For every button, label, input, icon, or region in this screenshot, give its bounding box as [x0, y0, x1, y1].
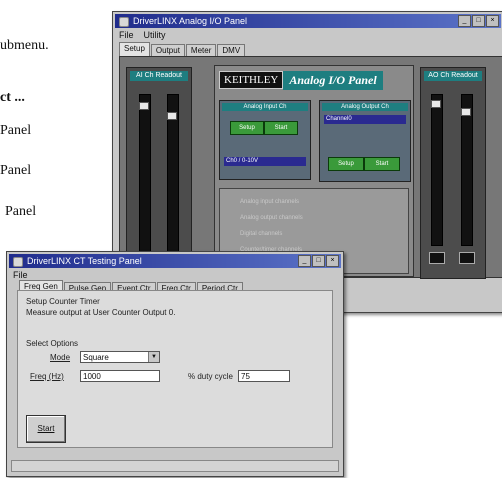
ao-slider-2[interactable]	[461, 108, 471, 116]
analog-tabs: Setup Output Meter DMV	[119, 42, 246, 56]
analog-input-box: Analog Input Ch Setup Start Ch0 / 0-10V	[219, 100, 311, 180]
analog-output-header: Analog Output Ch	[322, 103, 408, 111]
ct-tab-content: Setup Counter Timer Measure output at Us…	[17, 290, 333, 448]
ao-indicator-2	[459, 252, 475, 264]
doc-line-select: ct ...	[0, 90, 25, 105]
freq-input[interactable]: 1000	[80, 370, 160, 382]
setup-heading: Setup Counter Timer	[26, 297, 100, 306]
doc-line-panel-3: Panel	[5, 204, 37, 219]
input-setup-button[interactable]: Setup	[230, 121, 264, 135]
duty-label: % duty cycle	[188, 372, 233, 381]
mode-select[interactable]: Square ▼	[80, 351, 160, 363]
app-icon	[119, 17, 129, 27]
setup-description: Measure output at User Counter Output 0.	[26, 308, 176, 317]
keithley-logo: KEITHLEY	[219, 71, 284, 89]
ai-slider-2[interactable]	[167, 112, 177, 120]
input-start-button[interactable]: Start	[264, 121, 298, 135]
tab-setup[interactable]: Setup	[119, 42, 150, 56]
tab-dmv[interactable]: DMV	[217, 44, 246, 56]
app-icon	[13, 257, 23, 267]
output-setup-button[interactable]: Setup	[328, 157, 364, 171]
ao-indicator-1	[429, 252, 445, 264]
start-button[interactable]: Start	[26, 415, 66, 443]
maximize-icon[interactable]: □	[472, 15, 485, 27]
minimize-icon[interactable]: _	[458, 15, 471, 27]
ct-titlebar[interactable]: DriverLINX CT Testing Panel _ □ ×	[9, 254, 341, 268]
mode-value: Square	[83, 353, 109, 362]
menu-file[interactable]: File	[119, 29, 134, 41]
tab-meter[interactable]: Meter	[185, 44, 217, 56]
panel-name: Analog I/O Panel	[283, 70, 383, 90]
input-channel-select[interactable]: Ch0 / 0-10V	[224, 157, 306, 166]
analog-center-panel: KEITHLEY Analog I/O Panel Analog Input C…	[214, 65, 414, 277]
ct-statusbar	[11, 460, 339, 472]
ct-testing-window: DriverLINX CT Testing Panel _ □ × File F…	[6, 251, 344, 477]
ao-slider-1[interactable]	[431, 100, 441, 108]
close-icon[interactable]: ×	[326, 255, 339, 267]
ao-readout-panel: AO Ch Readout	[420, 67, 486, 279]
analog-window-title: DriverLINX Analog I/O Panel	[133, 16, 248, 26]
ai-slider-1[interactable]	[139, 102, 149, 110]
minimize-icon[interactable]: _	[298, 255, 311, 267]
analog-panel-area: AI Ch Readout KEITHLEY Analog I/O Panel …	[119, 56, 502, 279]
ao-bar-2	[461, 94, 473, 246]
brand-block: KEITHLEY Analog I/O Panel	[219, 70, 383, 90]
ct-window-title: DriverLINX CT Testing Panel	[27, 256, 142, 266]
close-icon[interactable]: ×	[486, 15, 499, 27]
chevron-down-icon[interactable]: ▼	[148, 352, 159, 362]
analog-input-header: Analog Input Ch	[222, 103, 308, 111]
ai-bar-1	[139, 94, 151, 266]
maximize-icon[interactable]: □	[312, 255, 325, 267]
mode-label: Mode	[50, 353, 71, 362]
output-channel-select[interactable]: Channel0	[324, 115, 406, 124]
ai-readout-header: AI Ch Readout	[130, 71, 188, 81]
note-line-1: Analog input channels	[240, 199, 300, 205]
note-line-2: Analog output channels	[240, 215, 303, 221]
options-heading: Select Options	[26, 339, 79, 348]
doc-line-submenu: ubmenu.	[0, 38, 49, 53]
ao-readout-header: AO Ch Readout	[424, 71, 482, 81]
output-start-button[interactable]: Start	[364, 157, 400, 171]
analog-output-box: Analog Output Ch Channel0 Setup Start	[319, 100, 411, 182]
doc-line-panel-2: Panel	[0, 163, 32, 178]
menu-utility[interactable]: Utility	[144, 29, 166, 41]
tab-output[interactable]: Output	[150, 44, 185, 56]
note-line-3: Digital channels	[240, 231, 283, 237]
start-button-label: Start	[37, 424, 55, 433]
ao-bar-1	[431, 94, 443, 246]
duty-input[interactable]: 75	[238, 370, 290, 382]
analog-menubar: File Utility	[115, 29, 501, 41]
ai-readout-panel: AI Ch Readout	[126, 67, 192, 279]
analog-titlebar[interactable]: DriverLINX Analog I/O Panel _ □ ×	[115, 14, 501, 28]
doc-line-panel-1: Panel	[0, 123, 32, 138]
freq-label: Freq (Hz)	[30, 372, 64, 381]
